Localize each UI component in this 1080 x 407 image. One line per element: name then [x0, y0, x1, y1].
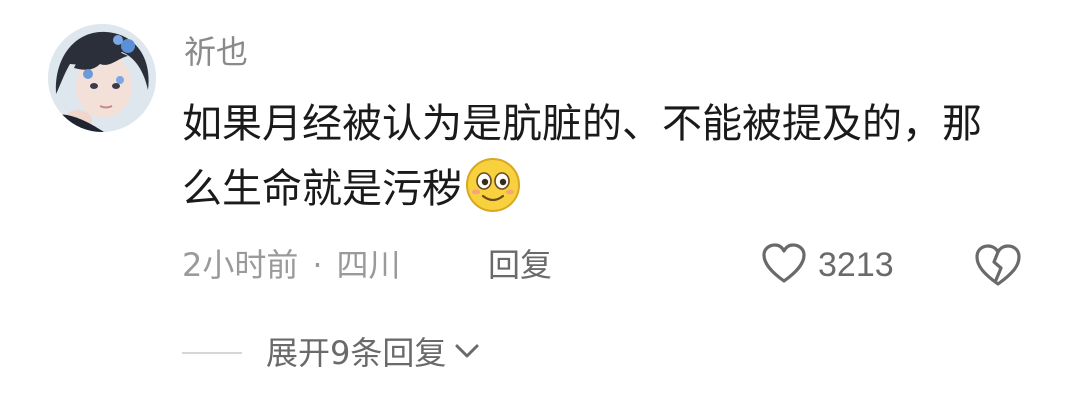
chevron-down-icon [454, 342, 480, 364]
like-button[interactable]: 3213 [760, 238, 894, 292]
comment-meta: 2小时前 · 四川 [182, 240, 401, 290]
broken-heart-icon [972, 244, 1024, 294]
avatar[interactable] [48, 24, 156, 132]
dislike-button[interactable] [972, 240, 1024, 290]
comment-text-body: 如果月经被认为是肮脏的、不能被提及的，那么生命就是污秽 [182, 101, 982, 212]
reply-button[interactable]: 回复 [488, 240, 552, 290]
comment-item: 祈也 如果月经被认为是肮脏的、不能被提及的，那么生命就是污秽 2小时前 · 四川 回… [0, 0, 1080, 407]
comment-text: 如果月经被认为是肮脏的、不能被提及的，那么生命就是污秽 [182, 92, 982, 221]
expand-replies-label: 展开9条回复 [266, 334, 447, 372]
expand-replies-button[interactable]: 展开9条回复 [182, 328, 480, 378]
like-count: 3213 [818, 245, 894, 284]
expand-divider [182, 352, 242, 354]
meta-separator: · [312, 246, 323, 284]
username[interactable]: 祈也 [184, 30, 248, 74]
smiling-face-emoji-icon [464, 156, 522, 214]
heart-outline-icon [760, 241, 808, 289]
comment-location: 四川 [336, 246, 401, 284]
comment-time: 2小时前 [182, 246, 299, 284]
